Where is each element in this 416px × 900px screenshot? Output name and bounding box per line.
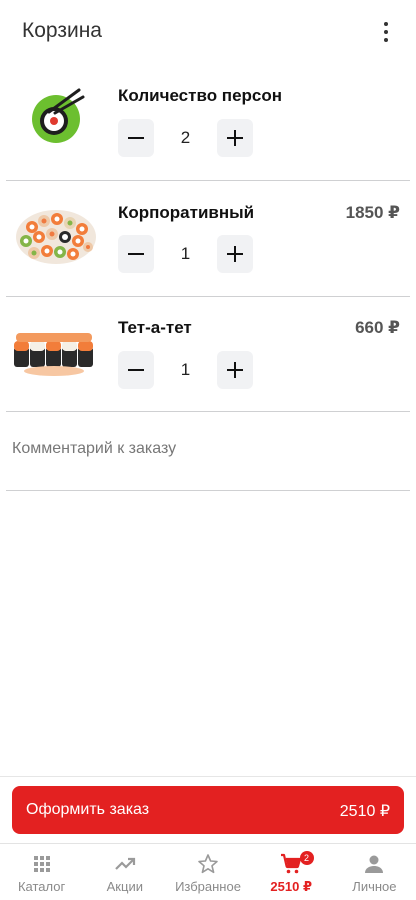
grid-icon [33, 856, 50, 872]
app-bar: Корзина [0, 0, 416, 62]
cart-item-persons: Количество персон 2 [0, 62, 416, 178]
nav-item-promotions[interactable]: Акции [83, 844, 166, 900]
minus-icon [128, 253, 144, 255]
quantity-stepper: 1 [118, 351, 254, 391]
nav-label: Акции [106, 879, 143, 894]
cart-item-name: Тет-а-тет [118, 318, 192, 337]
plus-icon [227, 130, 243, 146]
increment-button[interactable] [217, 351, 253, 389]
nav-item-catalog[interactable]: Каталог [0, 844, 83, 900]
divider [0, 776, 416, 777]
cart-item-tet-a-tet: Тет-а-тет 660 ₽ 1 [0, 297, 416, 413]
divider [6, 490, 410, 491]
cart-count-badge: 2 [299, 851, 314, 865]
nav-label: 2510 ₽ [270, 879, 312, 894]
nav-label: Личное [352, 879, 397, 894]
cart-item-price: 660 ₽ [355, 318, 400, 337]
minus-icon [128, 137, 144, 139]
sushi-set-photo [10, 201, 102, 271]
plus-icon [227, 362, 243, 378]
trending-up-icon [115, 857, 135, 870]
sushi-rolls-photo [10, 319, 102, 389]
checkout-button[interactable]: Оформить заказ 2510 ₽ [12, 786, 404, 834]
increment-button[interactable] [217, 235, 253, 273]
cart-item-korporativny: Корпоративный 1850 ₽ 1 [0, 181, 416, 297]
cart-item-name: Корпоративный [118, 203, 255, 222]
nav-label: Каталог [17, 879, 66, 894]
cart-item-name: Количество персон [118, 86, 283, 105]
nav-item-profile[interactable]: Личное [333, 844, 416, 900]
nav-item-cart[interactable]: 2 2510 ₽ [250, 844, 333, 900]
star-outline-icon [198, 854, 218, 874]
order-comment-input[interactable]: Комментарий к заказу [12, 440, 176, 458]
nav-item-favorites[interactable]: Избранное [166, 844, 249, 900]
checkout-label: Оформить заказ [26, 801, 150, 818]
checkout-total: 2510 ₽ [339, 803, 390, 820]
decrement-button[interactable] [118, 351, 154, 389]
minus-icon [128, 369, 144, 371]
person-icon [365, 855, 384, 873]
quantity-value: 2 [180, 128, 191, 147]
divider [6, 411, 410, 412]
quantity-stepper: 2 [118, 119, 254, 159]
cart-item-price: 1850 ₽ [345, 203, 400, 222]
chopsticks-roll-icon [10, 82, 102, 152]
decrement-button[interactable] [118, 119, 154, 157]
decrement-button[interactable] [118, 235, 154, 273]
nav-label: Избранное [175, 879, 241, 894]
quantity-stepper: 1 [118, 235, 254, 275]
plus-icon [227, 246, 243, 262]
bottom-nav: Каталог Акции Избранное 2 2510 ₽ Личное [0, 843, 416, 900]
page-title: Корзина [22, 19, 102, 42]
quantity-value: 1 [180, 244, 191, 263]
more-vert-icon[interactable] [374, 18, 398, 46]
quantity-value: 1 [180, 360, 191, 379]
increment-button[interactable] [217, 119, 253, 157]
